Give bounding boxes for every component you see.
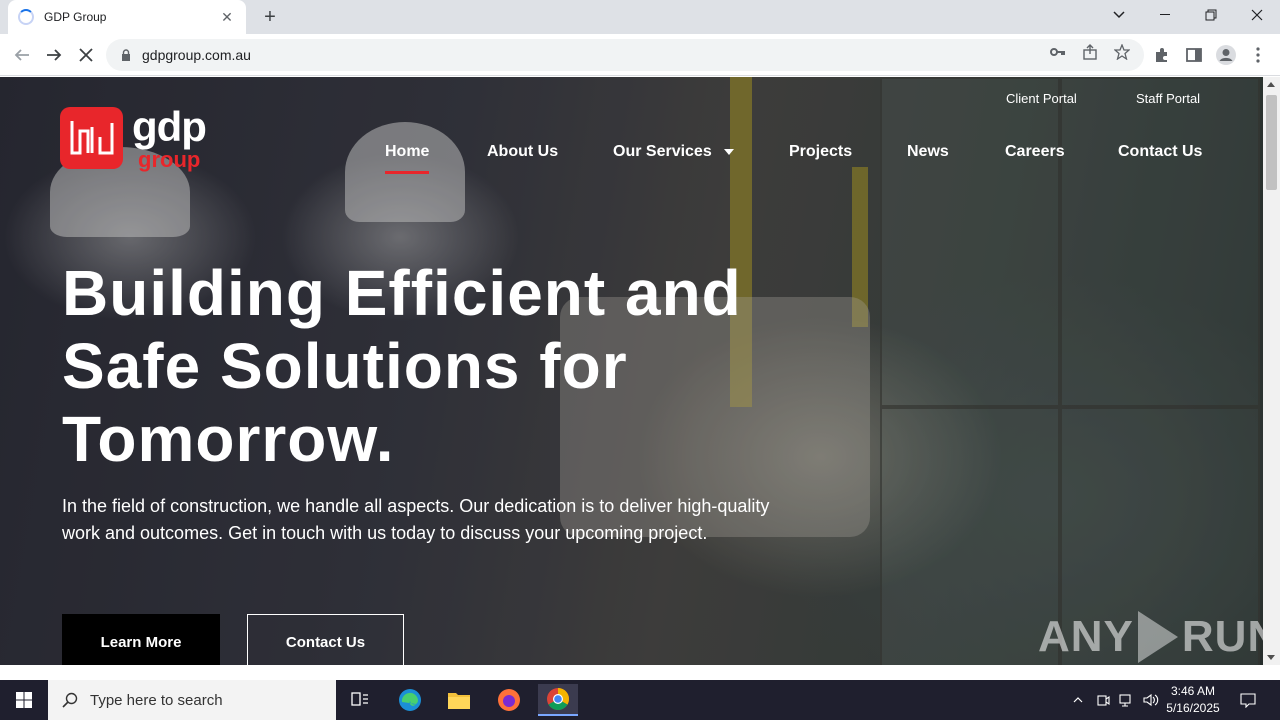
search-icon xyxy=(62,692,78,708)
watermark-right-text: RUN xyxy=(1181,612,1263,661)
extensions-puzzle-icon[interactable] xyxy=(1150,43,1174,67)
close-tab-icon[interactable]: ✕ xyxy=(218,9,236,26)
nav-home[interactable]: Home xyxy=(385,143,430,174)
logo-subtext: group xyxy=(138,147,201,172)
show-hidden-icons-chevron-up-icon[interactable] xyxy=(1068,680,1088,720)
kebab-menu-icon[interactable] xyxy=(1246,43,1270,67)
volume-icon[interactable] xyxy=(1140,680,1162,720)
play-icon xyxy=(1137,611,1178,663)
scroll-up-arrow-icon[interactable] xyxy=(1267,82,1275,87)
system-clock[interactable]: 3:46 AM 5/16/2025 xyxy=(1160,683,1226,717)
browser-tab-strip: GDP Group ✕ + xyxy=(0,0,1280,34)
nav-careers[interactable]: Careers xyxy=(1005,143,1065,161)
network-icon[interactable] xyxy=(1116,680,1138,720)
nav-contact-us[interactable]: Contact Us xyxy=(1118,143,1202,161)
share-icon[interactable] xyxy=(1080,42,1100,62)
minimize-button[interactable] xyxy=(1142,0,1188,30)
file-explorer-icon[interactable] xyxy=(439,684,479,716)
chevron-down-icon xyxy=(723,148,734,155)
anyrun-watermark: ANY RUN xyxy=(1038,607,1263,665)
lock-icon xyxy=(122,49,130,61)
windows-taskbar: Type here to search 3:46 AM 5/16/2025 xyxy=(0,680,1280,720)
nav-our-services[interactable]: Our Services xyxy=(613,143,734,161)
scrollbar-thumb[interactable] xyxy=(1266,95,1277,190)
start-button[interactable] xyxy=(0,680,48,720)
close-window-button[interactable] xyxy=(1234,0,1280,30)
logo-wordmark: gdp xyxy=(132,103,207,150)
key-icon[interactable] xyxy=(1048,42,1068,62)
notification-center-icon[interactable] xyxy=(1236,680,1260,720)
firefox-icon[interactable] xyxy=(489,684,529,716)
staff-portal-link[interactable]: Staff Portal xyxy=(1136,91,1200,106)
nav-news[interactable]: News xyxy=(907,143,949,161)
page-scrollbar[interactable] xyxy=(1263,77,1280,665)
tab-title: GDP Group xyxy=(44,10,107,24)
gdp-logo[interactable]: gdp group xyxy=(60,103,220,177)
watermark-left-text: ANY xyxy=(1038,612,1134,661)
bookmark-star-icon[interactable] xyxy=(1112,42,1132,62)
client-portal-link[interactable]: Client Portal xyxy=(1006,91,1077,106)
task-view-icon[interactable] xyxy=(340,684,380,716)
browser-toolbar: gdpgroup.com.au xyxy=(0,34,1280,76)
clock-time: 3:46 AM xyxy=(1170,684,1216,698)
hero-description: In the field of construction, we handle … xyxy=(62,496,770,543)
chrome-taskbar-icon[interactable] xyxy=(538,684,578,716)
windows-logo-icon xyxy=(16,692,32,708)
nav-our-services-label: Our Services xyxy=(613,143,712,160)
browser-tab[interactable]: GDP Group ✕ xyxy=(8,0,246,34)
contact-us-button[interactable]: Contact Us xyxy=(247,614,404,665)
back-button[interactable] xyxy=(10,43,34,67)
search-placeholder: Type here to search xyxy=(90,691,223,709)
edge-browser-icon[interactable] xyxy=(390,684,430,716)
nav-projects[interactable]: Projects xyxy=(789,143,852,161)
address-bar[interactable]: gdpgroup.com.au xyxy=(106,39,1144,71)
hero-headline: Building Efficient and Safe Solutions fo… xyxy=(62,257,742,475)
stop-loading-button[interactable] xyxy=(74,43,98,67)
learn-more-button[interactable]: Learn More xyxy=(62,614,220,665)
meet-now-icon[interactable] xyxy=(1093,680,1113,720)
nav-about-us[interactable]: About Us xyxy=(487,143,558,161)
clock-date: 5/16/2025 xyxy=(1166,701,1220,715)
url-text: gdpgroup.com.au xyxy=(142,47,251,63)
page-viewport: gdp group Client Portal Staff Portal Hom… xyxy=(0,77,1263,665)
side-panel-icon[interactable] xyxy=(1182,43,1206,67)
forward-button[interactable] xyxy=(42,43,66,67)
new-tab-button[interactable]: + xyxy=(258,5,282,29)
profile-avatar-icon[interactable] xyxy=(1214,43,1238,67)
scroll-down-arrow-icon[interactable] xyxy=(1267,655,1275,660)
tab-search-icon[interactable] xyxy=(1096,0,1142,30)
logo-mark-icon xyxy=(60,107,123,169)
loading-spinner-icon xyxy=(18,9,34,25)
restore-button[interactable] xyxy=(1188,0,1234,30)
taskbar-search-box[interactable]: Type here to search xyxy=(48,680,336,720)
